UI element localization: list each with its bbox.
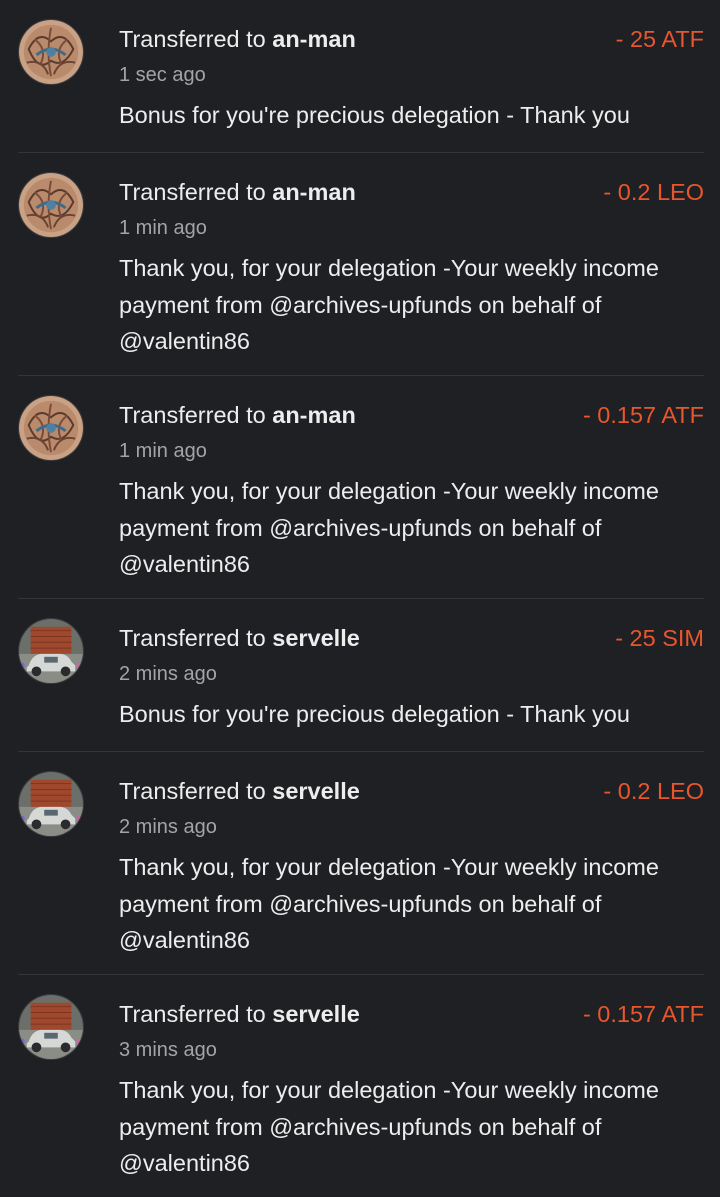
transfer-amount: - 0.157 ATF [582,1001,704,1027]
transfer-title: Transferred to an-man [119,400,356,430]
transfer-memo: Bonus for you're precious delegation - T… [119,102,630,128]
transfer-prefix: Transferred to [119,179,266,205]
recipient-link[interactable]: an-man [272,179,356,205]
transfer-list: Transferred to an-man - 25 ATF 1 sec ago… [0,0,720,1197]
user-avatar[interactable] [18,994,84,1060]
transfer-amount: - 0.157 ATF [582,402,704,428]
recipient-link[interactable]: servelle [272,625,360,651]
recipient-link[interactable]: servelle [272,1001,360,1027]
recipient-link[interactable]: servelle [272,778,360,804]
transfer-prefix: Transferred to [119,402,266,428]
recipient-link[interactable]: an-man [272,402,356,428]
transfer-memo: Thank you, for your delegation -Your wee… [119,478,659,577]
transfer-title: Transferred to servelle [119,623,360,653]
transfer-time: 1 min ago [119,217,207,239]
transfer-amount: - 0.2 LEO [603,179,704,205]
user-avatar[interactable] [18,172,84,238]
transfer-time: 2 mins ago [119,816,217,838]
transfer-memo: Thank you, for your delegation -Your wee… [119,854,659,953]
transfer-prefix: Transferred to [119,1001,266,1027]
transfer-memo: Thank you, for your delegation -Your wee… [119,255,659,354]
user-avatar[interactable] [18,19,84,85]
transfer-memo: Bonus for you're precious delegation - T… [119,701,630,727]
transfer-time: 2 mins ago [119,663,217,685]
transfer-item[interactable]: Transferred to an-man - 0.2 LEO 1 min ag… [18,153,704,376]
transfer-prefix: Transferred to [119,778,266,804]
transfer-time: 1 sec ago [119,64,206,86]
transfer-title: Transferred to an-man [119,24,356,54]
transfer-prefix: Transferred to [119,625,266,651]
recipient-link[interactable]: an-man [272,26,356,52]
transfer-item[interactable]: Transferred to servelle - 0.157 ATF 3 mi… [18,975,704,1197]
transfer-memo: Thank you, for your delegation -Your wee… [119,1077,659,1176]
transfer-title: Transferred to an-man [119,177,356,207]
transfer-title: Transferred to servelle [119,776,360,806]
transfer-item[interactable]: Transferred to an-man - 0.157 ATF 1 min … [18,376,704,599]
transfer-prefix: Transferred to [119,26,266,52]
user-avatar[interactable] [18,618,84,684]
transfer-item[interactable]: Transferred to an-man - 25 ATF 1 sec ago… [18,0,704,153]
transfer-item[interactable]: Transferred to servelle - 0.2 LEO 2 mins… [18,752,704,975]
user-avatar[interactable] [18,771,84,837]
transfer-item[interactable]: Transferred to servelle - 25 SIM 2 mins … [18,599,704,752]
transfer-title: Transferred to servelle [119,999,360,1029]
transfer-amount: - 0.2 LEO [603,778,704,804]
transfer-time: 1 min ago [119,440,207,462]
transfer-amount: - 25 SIM [615,625,704,651]
transfer-amount: - 25 ATF [615,26,704,52]
user-avatar[interactable] [18,395,84,461]
transfer-time: 3 mins ago [119,1039,217,1061]
